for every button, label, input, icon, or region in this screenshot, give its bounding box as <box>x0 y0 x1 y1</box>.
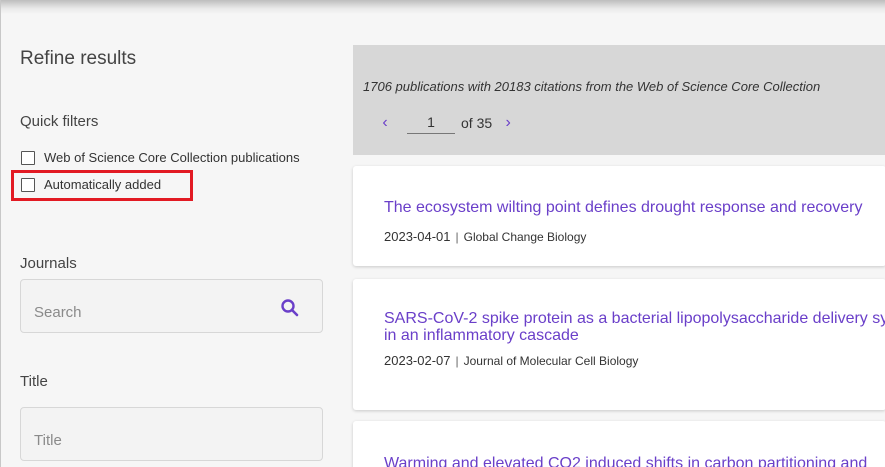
highlight-box <box>11 170 193 201</box>
journals-heading: Journals <box>20 255 77 272</box>
publication-card: The ecosystem wilting point defines drou… <box>353 166 885 266</box>
search-icon[interactable] <box>280 298 300 318</box>
top-shadow <box>1 0 885 14</box>
results-summary: 1706 publications with 20183 citations f… <box>363 79 821 94</box>
refine-results-title: Refine results <box>20 48 137 69</box>
prev-page-icon[interactable]: ‹ <box>375 114 395 132</box>
search-placeholder: Search <box>34 304 82 321</box>
next-page-icon[interactable]: › <box>498 114 518 132</box>
publication-title-link[interactable]: Warming and elevated CO2 induced shifts … <box>384 455 885 467</box>
title-placeholder: Title <box>34 432 62 449</box>
publication-card: Warming and elevated CO2 induced shifts … <box>353 421 885 467</box>
title-heading: Title <box>20 373 48 390</box>
publication-date: 2023-02-07 <box>384 353 451 368</box>
publication-card: SARS-CoV-2 spike protein as a bacterial … <box>353 279 885 410</box>
publication-meta: 2023-04-01 | Global Change Biology <box>384 229 586 244</box>
results-header: 1706 publications with 20183 citations f… <box>353 45 885 155</box>
filter-label: Web of Science Core Collection publicati… <box>44 150 300 165</box>
filter-wos-core-collection[interactable]: Web of Science Core Collection publicati… <box>21 150 300 165</box>
title-input[interactable]: Title <box>20 407 323 461</box>
publication-journal: Journal of Molecular Cell Biology <box>463 353 639 368</box>
page-number-input[interactable]: 1 <box>407 112 455 134</box>
app-frame: Refine results Quick filters Web of Scie… <box>0 0 885 467</box>
publication-journal: Global Change Biology <box>463 229 587 244</box>
publication-date: 2023-04-01 <box>384 229 451 244</box>
journals-search-input[interactable]: Search <box>20 279 323 333</box>
publication-title-link[interactable]: The ecosystem wilting point defines drou… <box>384 199 885 216</box>
pagination: ‹ 1 of 35 › <box>375 112 518 134</box>
publication-meta: 2023-02-07 | Journal of Molecular Cell B… <box>384 353 638 368</box>
quick-filters-heading: Quick filters <box>20 113 99 130</box>
page-count: of 35 <box>461 115 493 131</box>
checkbox[interactable] <box>21 150 35 165</box>
separator: | <box>455 353 459 368</box>
publication-title-link[interactable]: SARS-CoV-2 spike protein as a bacterial … <box>384 310 885 344</box>
separator: | <box>455 229 459 244</box>
